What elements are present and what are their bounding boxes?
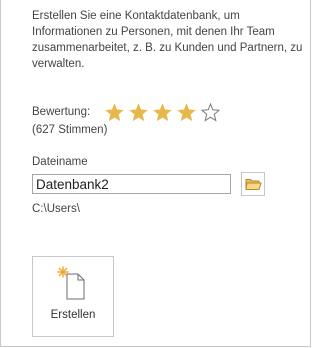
rating-row: Bewertung: [32, 102, 220, 122]
star-filled-icon [153, 102, 172, 121]
filename-input[interactable] [32, 174, 231, 194]
template-details-panel: Erstellen Sie eine Kontaktdatenbank, um … [0, 0, 311, 347]
file-path: C:\Users\ [32, 203, 80, 215]
rating-stars [105, 102, 220, 122]
create-button-label: Erstellen [50, 309, 96, 321]
filename-label: Dateiname [32, 156, 88, 168]
star-filled-icon [177, 102, 196, 121]
star-filled-icon [129, 102, 148, 121]
rating-label: Bewertung: [32, 106, 91, 118]
folder-icon [244, 179, 262, 190]
star-empty-icon [201, 102, 220, 122]
rating-votes: (627 Stimmen) [32, 124, 108, 136]
browse-folder-button[interactable] [241, 172, 265, 196]
create-button[interactable]: Erstellen [32, 256, 114, 337]
star-filled-icon [105, 102, 124, 121]
new-document-icon [57, 266, 85, 300]
template-description: Erstellen Sie eine Kontaktdatenbank, um … [32, 10, 303, 70]
